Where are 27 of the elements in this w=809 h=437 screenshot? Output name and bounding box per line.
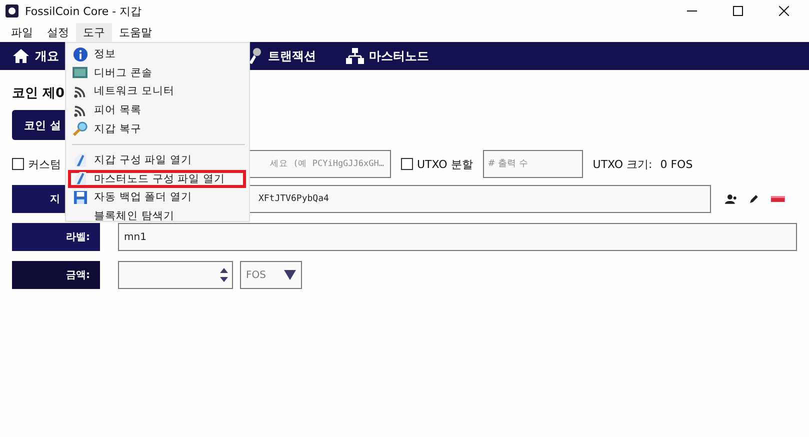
field-label: 금액: xyxy=(12,261,100,289)
menu-item[interactable]: 도구 xyxy=(76,22,112,42)
menu-item[interactable]: 파일 xyxy=(4,22,40,42)
address-value[interactable]: XFtJTV6PybQa4 xyxy=(258,194,329,204)
checkbox-label: 커스텀 xyxy=(28,156,61,172)
menu-item[interactable]: 지갑 복구 xyxy=(68,119,246,138)
menu-item[interactable]: 네트워크 모니터 xyxy=(68,82,246,101)
nav-tab[interactable]: 개요 xyxy=(35,48,59,64)
section-heading: 코인 제0 xyxy=(12,85,65,102)
menu-item[interactable]: 디버그 콘솔 xyxy=(68,64,246,82)
menu-item[interactable]: 마스터노드 구성 파일 열기 xyxy=(68,170,246,188)
label-field[interactable]: mn1 xyxy=(118,223,797,251)
window-title: FossilCoin Core - 지갑 xyxy=(25,4,142,18)
menu-item[interactable]: 도움말 xyxy=(112,22,159,42)
nav-tab[interactable]: 트랜잭션 xyxy=(268,48,316,64)
output-count-field[interactable]: # 출력 수 xyxy=(482,150,583,178)
change-address-placeholder: 세요 (예 PCYiHgGJJ6xGH… xyxy=(270,158,384,170)
coin-settings-button[interactable]: 코인 설 xyxy=(12,110,65,140)
menu-item[interactable]: 정보 xyxy=(68,45,246,64)
checkbox-label: UTXO 분할 xyxy=(417,156,473,172)
utxo-size-value: 0 FOS xyxy=(660,158,693,170)
unit-dropdown[interactable]: FOS xyxy=(240,261,302,289)
field-label: 라벨: xyxy=(12,223,100,251)
menu-item[interactable]: 설정 xyxy=(40,22,76,42)
utxo-size-label: UTXO 크기: xyxy=(592,156,652,172)
nav-tab[interactable]: 마스터노드 xyxy=(369,48,429,64)
menu-item[interactable]: 피어 목록 xyxy=(68,100,246,120)
